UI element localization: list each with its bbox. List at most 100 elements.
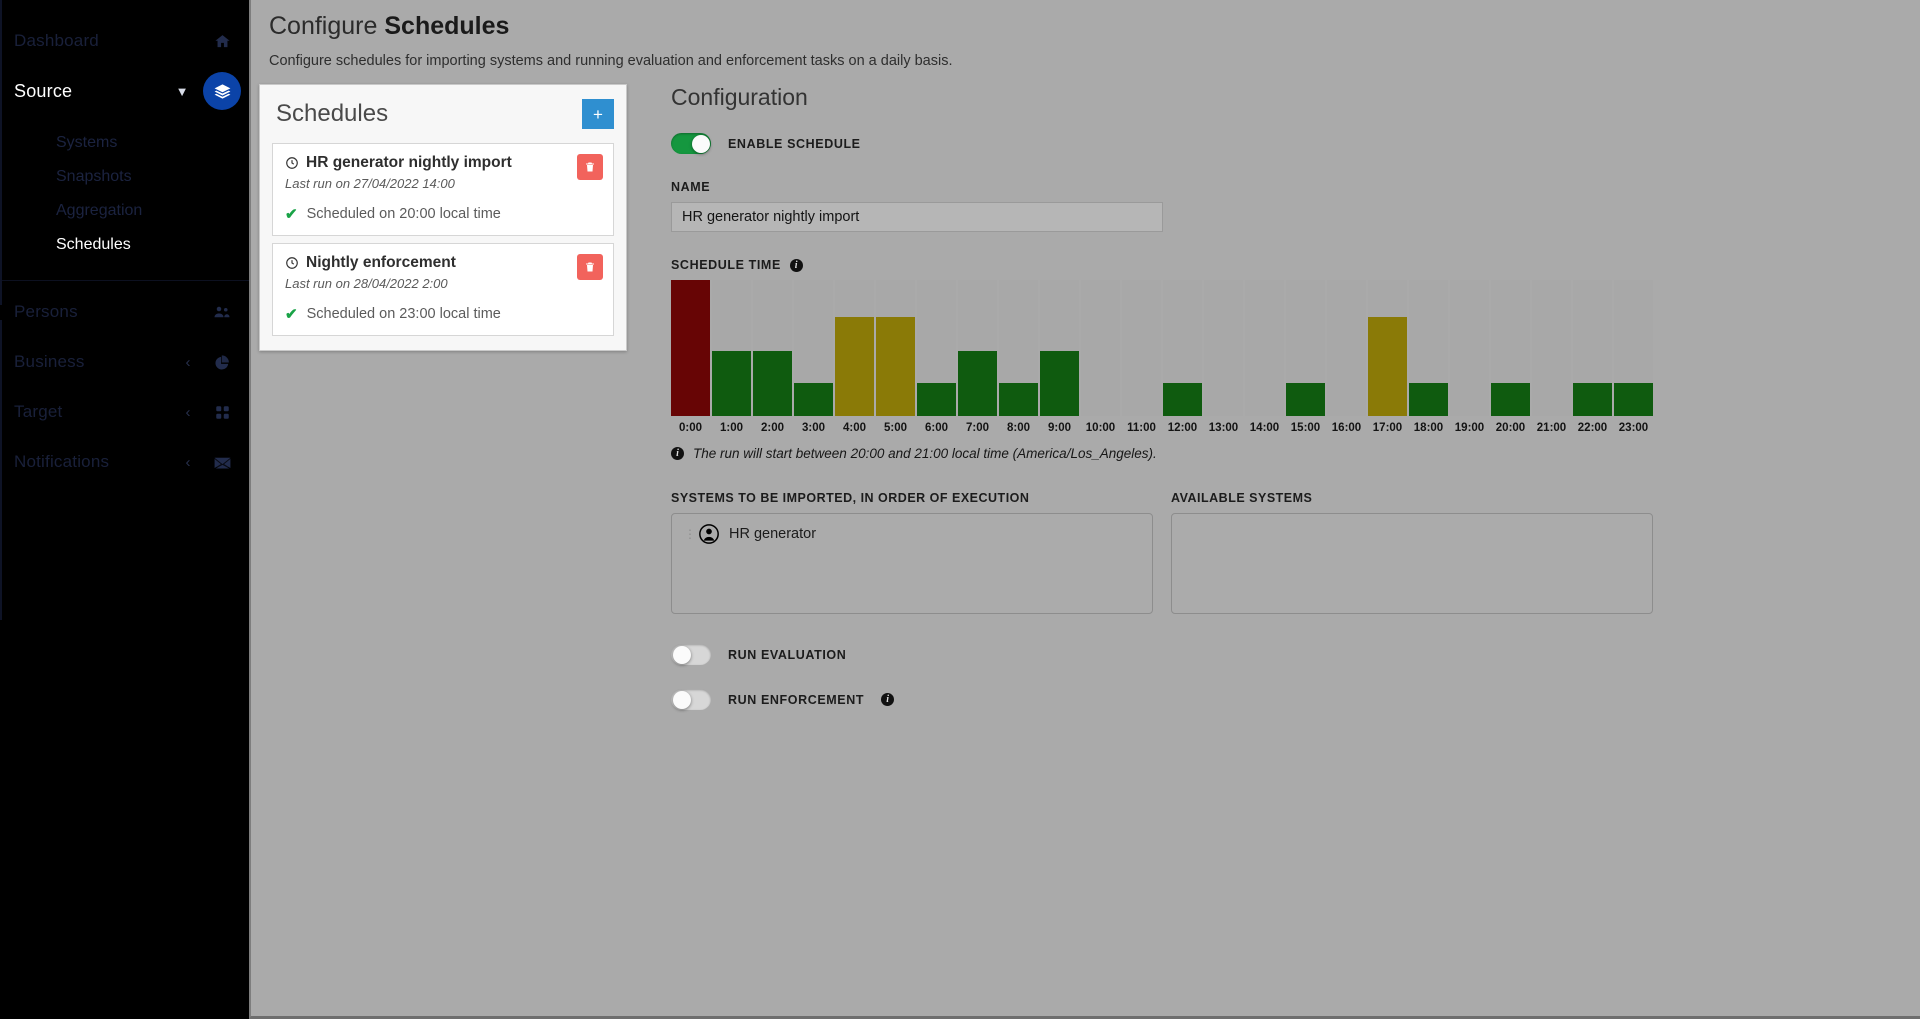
hour-bar-17-00[interactable] xyxy=(1368,280,1407,416)
hour-bar-21-00[interactable] xyxy=(1532,280,1571,416)
hour-bar-fill xyxy=(794,383,833,416)
hour-tick-label: 18:00 xyxy=(1413,422,1444,434)
page-header: Configure Schedules Configure schedules … xyxy=(251,0,1920,69)
schedule-card[interactable]: Nightly enforcement Last run on 28/04/20… xyxy=(272,243,614,336)
hour-bar-5-00[interactable] xyxy=(876,280,915,416)
run-evaluation-label: RUN EVALUATION xyxy=(728,647,847,662)
schedule-card-title-row: Nightly enforcement xyxy=(285,254,601,272)
sidebar-item-notifications[interactable]: Notifications ‹ xyxy=(0,437,249,487)
page-title: Configure Schedules xyxy=(269,12,1920,41)
delete-schedule-button[interactable] xyxy=(577,154,603,180)
hour-bar-fill xyxy=(753,350,792,416)
hour-tick-label: 20:00 xyxy=(1495,422,1526,434)
chevron-left-icon[interactable]: ‹ xyxy=(181,404,195,421)
hour-bar-0-00[interactable] xyxy=(671,280,710,416)
toggle-knob xyxy=(672,690,691,709)
hour-bar-fill xyxy=(712,350,751,416)
page-title-strong: Schedules xyxy=(384,12,510,40)
info-icon[interactable]: i xyxy=(789,258,803,272)
sidebar-item-business[interactable]: Business ‹ xyxy=(0,337,249,387)
chart-bars[interactable] xyxy=(671,280,1653,416)
hour-tick-label: 19:00 xyxy=(1454,422,1485,434)
chevron-left-icon[interactable]: ‹ xyxy=(181,454,195,471)
hour-bar-3-00[interactable] xyxy=(794,280,833,416)
list-item[interactable]: ⋮ HR generator xyxy=(684,524,1140,544)
run-evaluation-row: RUN EVALUATION xyxy=(671,644,1898,665)
sidebar-item-source[interactable]: Source ▼ xyxy=(0,66,249,116)
info-icon[interactable]: i xyxy=(881,693,895,706)
configuration-panel: Configuration ENABLE SCHEDULE NAME SCHED… xyxy=(627,84,1920,734)
run-enforcement-toggle[interactable] xyxy=(671,689,711,710)
hour-bar-14-00[interactable] xyxy=(1245,280,1284,416)
drag-handle-icon[interactable]: ⋮ xyxy=(684,528,696,540)
hour-bar-16-00[interactable] xyxy=(1327,280,1366,416)
hour-tick-label: 6:00 xyxy=(924,422,949,434)
hour-tick-label: 4:00 xyxy=(842,422,867,434)
hour-bar-19-00[interactable] xyxy=(1450,280,1489,416)
sidebar-item-snapshots[interactable]: Snapshots xyxy=(0,160,249,194)
bottom-toggles: RUN EVALUATION RUN ENFORCEMENT i xyxy=(671,644,1898,710)
hour-tick-label: 12:00 xyxy=(1167,422,1198,434)
hour-bar-fill xyxy=(917,383,956,416)
hour-bar-11-00[interactable] xyxy=(1122,280,1161,416)
hour-bar-23-00[interactable] xyxy=(1614,280,1653,416)
hour-bar-10-00[interactable] xyxy=(1081,280,1120,416)
schedule-card[interactable]: HR generator nightly import Last run on … xyxy=(272,143,614,236)
available-systems-label: AVAILABLE SYSTEMS xyxy=(1171,491,1313,505)
hour-bar-12-00[interactable] xyxy=(1163,280,1202,416)
hour-bar-9-00[interactable] xyxy=(1040,280,1079,416)
hour-bar-2-00[interactable] xyxy=(753,280,792,416)
schedules-panel-header: Schedules + xyxy=(272,97,614,143)
hour-bar-13-00[interactable] xyxy=(1204,280,1243,416)
hour-tick-label: 10:00 xyxy=(1085,422,1116,434)
toggle-knob xyxy=(672,645,691,664)
sidebar-item-label: Dashboard xyxy=(14,31,99,50)
chevron-left-icon[interactable]: ‹ xyxy=(181,354,195,371)
schedule-time-label: SCHEDULE TIME i xyxy=(671,258,1898,272)
sidebar-item-dashboard[interactable]: Dashboard xyxy=(0,16,249,66)
chevron-down-icon[interactable]: ▼ xyxy=(175,84,189,99)
check-icon: ✔ xyxy=(285,206,298,223)
system-name: HR generator xyxy=(729,526,817,542)
hour-bar-1-00[interactable] xyxy=(712,280,751,416)
hour-bar-fill xyxy=(1163,383,1202,416)
enable-schedule-row: ENABLE SCHEDULE xyxy=(671,133,1898,154)
sidebar-item-label: Business xyxy=(14,352,85,371)
hour-bar-6-00[interactable] xyxy=(917,280,956,416)
hour-bar-fill xyxy=(1614,383,1653,416)
run-evaluation-toggle[interactable] xyxy=(671,644,711,665)
hour-bar-22-00[interactable] xyxy=(1573,280,1612,416)
hour-bar-fill xyxy=(1368,316,1407,416)
available-systems-dropzone[interactable] xyxy=(1171,513,1653,614)
delete-schedule-button[interactable] xyxy=(577,254,603,280)
hour-bar-fill xyxy=(1286,383,1325,416)
name-field-label: NAME xyxy=(671,180,1898,194)
sidebar-item-label: Persons xyxy=(14,302,78,321)
sidebar: Dashboard Source ▼ Systems Snapshots Agg… xyxy=(0,0,249,1019)
hour-bar-20-00[interactable] xyxy=(1491,280,1530,416)
chart-hour-labels: 0:00 1:00 2:00 3:00 4:00 5:00 6:00 7:00 8:00 9:00… xyxy=(671,422,1653,434)
hour-tick-label: 7:00 xyxy=(965,422,990,434)
sidebar-item-systems[interactable]: Systems xyxy=(0,126,249,160)
enable-schedule-toggle[interactable] xyxy=(671,133,711,154)
name-input[interactable] xyxy=(671,202,1163,232)
sidebar-item-aggregation[interactable]: Aggregation xyxy=(0,194,249,228)
sidebar-item-target[interactable]: Target ‹ xyxy=(0,387,249,437)
schedules-panel-title: Schedules xyxy=(276,100,389,127)
sidebar-item-persons[interactable]: Persons xyxy=(0,287,249,337)
add-schedule-button[interactable]: + xyxy=(582,99,614,129)
hour-tick-label: 14:00 xyxy=(1249,422,1280,434)
hour-bar-4-00[interactable] xyxy=(835,280,874,416)
name-label-text: NAME xyxy=(671,180,711,194)
hour-bar-18-00[interactable] xyxy=(1409,280,1448,416)
sidebar-item-schedules[interactable]: Schedules xyxy=(0,228,249,262)
schedule-time-chart: 0:00 1:00 2:00 3:00 4:00 5:00 6:00 7:00 8:00 9:00… xyxy=(671,280,1653,461)
hour-bar-8-00[interactable] xyxy=(999,280,1038,416)
toggle-knob xyxy=(691,134,710,153)
hour-bar-15-00[interactable] xyxy=(1286,280,1325,416)
hour-tick-label: 5:00 xyxy=(883,422,908,434)
hour-tick-label: 8:00 xyxy=(1006,422,1031,434)
hour-bar-7-00[interactable] xyxy=(958,280,997,416)
schedule-card-last-run: Last run on 27/04/2022 14:00 xyxy=(285,176,455,191)
systems-imported-dropzone[interactable]: ⋮ HR generator xyxy=(671,513,1153,614)
